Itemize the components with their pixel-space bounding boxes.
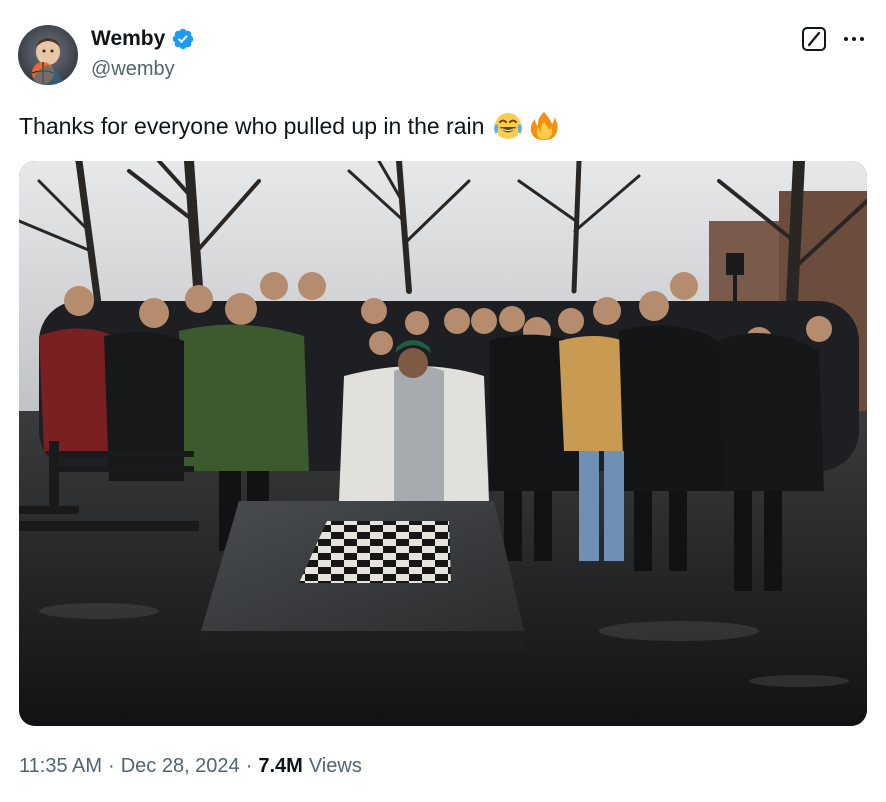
tweet-photo[interactable] — [19, 161, 867, 726]
tweet-time[interactable]: 11:35 AM — [19, 755, 102, 778]
views-count: 7.4M — [258, 755, 303, 777]
grok-icon[interactable] — [801, 26, 827, 52]
tweet-meta: 11:35 AM · Dec 28, 2024 · 7.4M Views — [19, 755, 362, 778]
author-name[interactable]: Wemby — [91, 27, 165, 51]
author-handle[interactable]: @wemby — [91, 58, 175, 81]
tweet-body: Thanks for everyone who pulled up in the… — [19, 112, 485, 139]
meta-separator: · — [108, 755, 115, 777]
tweet-text: Thanks for everyone who pulled up in the… — [19, 110, 560, 142]
views-label: Views — [308, 755, 362, 777]
more-icon[interactable] — [842, 28, 866, 50]
tweet-date[interactable]: Dec 28, 2024 — [121, 755, 240, 778]
photo-image — [19, 161, 867, 726]
author-name-row[interactable]: Wemby — [91, 27, 195, 51]
face-with-tears-of-joy-icon — [494, 113, 523, 139]
fire-icon — [531, 112, 558, 140]
verified-badge-icon — [173, 28, 194, 50]
meta-separator-2: · — [245, 755, 253, 777]
avatar[interactable] — [18, 25, 78, 85]
